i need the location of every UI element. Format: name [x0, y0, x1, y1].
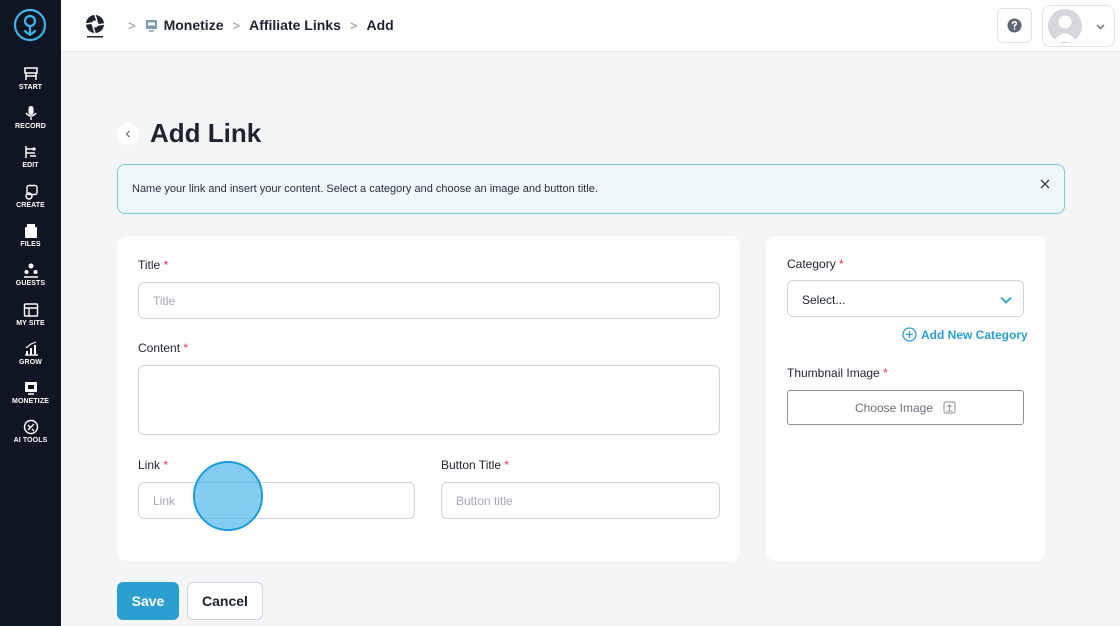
files-icon [24, 224, 37, 238]
category-selected-value: Select... [802, 293, 846, 307]
banner-text: Name your link and insert your content. … [132, 183, 598, 195]
sidebar-item-edit[interactable]: EDIT [0, 144, 61, 180]
sidebar-item-ai-tools[interactable]: AI TOOLS [0, 419, 61, 455]
sidebar-item-label: EDIT [22, 162, 39, 169]
sidebar-item-label: RECORD [15, 123, 46, 130]
top-bar: > Monetize > Affiliate Links > Add [61, 0, 1120, 52]
link-details-card: Title * Content * Link * Button Title * [117, 236, 740, 561]
monetize-icon [24, 382, 37, 395]
title-input[interactable] [138, 282, 720, 319]
sidebar-item-my-site[interactable]: MY SITE [0, 302, 61, 338]
save-button[interactable]: Save [117, 582, 179, 620]
app-logo-icon[interactable] [13, 8, 47, 42]
sidebar-item-label: FILES [20, 241, 41, 248]
create-icon [24, 184, 38, 200]
chevron-down-icon [1096, 24, 1105, 30]
back-button[interactable] [117, 123, 139, 145]
breadcrumb: > Monetize > Affiliate Links > Add [119, 17, 394, 33]
add-new-category-label: Add New Category [921, 327, 1028, 342]
breadcrumb-separator: > [128, 17, 136, 33]
sidebar-item-grow[interactable]: GROW [0, 341, 61, 377]
choose-image-button[interactable]: Choose Image [787, 390, 1024, 425]
sidebar-item-label: START [18, 84, 43, 91]
info-banner: Name your link and insert your content. … [117, 164, 1065, 214]
ai-tools-icon [23, 419, 38, 435]
link-input[interactable] [138, 482, 415, 519]
question-icon [1007, 18, 1022, 33]
link-label: Link * [138, 458, 169, 472]
sidebar-item-record[interactable]: RECORD [0, 105, 61, 141]
cancel-button[interactable]: Cancel [187, 582, 263, 620]
sidebar-item-start[interactable]: START [0, 66, 61, 102]
avatar [1048, 9, 1082, 43]
category-select[interactable]: Select... [787, 280, 1024, 317]
chevron-left-icon [125, 130, 130, 138]
breadcrumb-add: Add [366, 17, 394, 33]
breadcrumb-affiliate-links[interactable]: Affiliate Links [249, 17, 341, 33]
chevron-down-icon [1000, 296, 1012, 304]
plus-circle-icon [902, 327, 917, 342]
growth-chart-icon [24, 341, 38, 356]
sidebar-item-label: MONETIZE [12, 398, 49, 405]
sidebar-item-label: GUESTS [15, 280, 46, 287]
guests-icon [23, 263, 38, 278]
content-textarea[interactable] [138, 365, 720, 435]
sidebar-item-label: MY SITE [16, 320, 45, 327]
microphone-icon [24, 106, 37, 120]
button-title-input[interactable] [441, 482, 720, 519]
edit-icon [24, 146, 36, 158]
title-label: Title * [138, 258, 169, 272]
category-card: Category * Select... Add New Category Th… [766, 236, 1045, 561]
close-icon[interactable] [1038, 177, 1052, 191]
choose-image-label: Choose Image [854, 400, 934, 415]
help-button[interactable] [997, 8, 1032, 43]
button-title-label: Button Title * [441, 458, 510, 472]
thumbnail-label: Thumbnail Image * [787, 366, 888, 380]
breadcrumb-separator: > [232, 17, 241, 33]
user-placeholder-icon [1053, 15, 1077, 42]
brand-logo-icon[interactable] [81, 12, 109, 40]
page-title: Add Link [150, 118, 262, 148]
sidebar-item-create[interactable]: CREATE [0, 184, 61, 220]
monetize-icon [145, 19, 157, 32]
sidebar-item-files[interactable]: FILES [0, 223, 61, 259]
breadcrumb-monetize[interactable]: Monetize [164, 17, 224, 33]
upload-icon [943, 401, 956, 414]
sidebar-item-monetize[interactable]: MONETIZE [0, 380, 61, 416]
user-menu[interactable] [1042, 5, 1115, 47]
add-new-category-link[interactable]: Add New Category [902, 327, 1028, 342]
sidebar-item-guests[interactable]: GUESTS [0, 262, 61, 298]
start-icon [23, 67, 38, 80]
sidebar: START RECORD EDIT CREATE FILES GUESTS MY… [0, 0, 61, 626]
category-label: Category * [787, 257, 844, 271]
breadcrumb-separator: > [349, 17, 358, 33]
website-icon [23, 303, 38, 317]
sidebar-item-label: AI TOOLS [13, 437, 48, 444]
sidebar-item-label: CREATE [16, 202, 45, 209]
content-label: Content * [138, 341, 189, 355]
sidebar-item-label: GROW [19, 359, 42, 366]
